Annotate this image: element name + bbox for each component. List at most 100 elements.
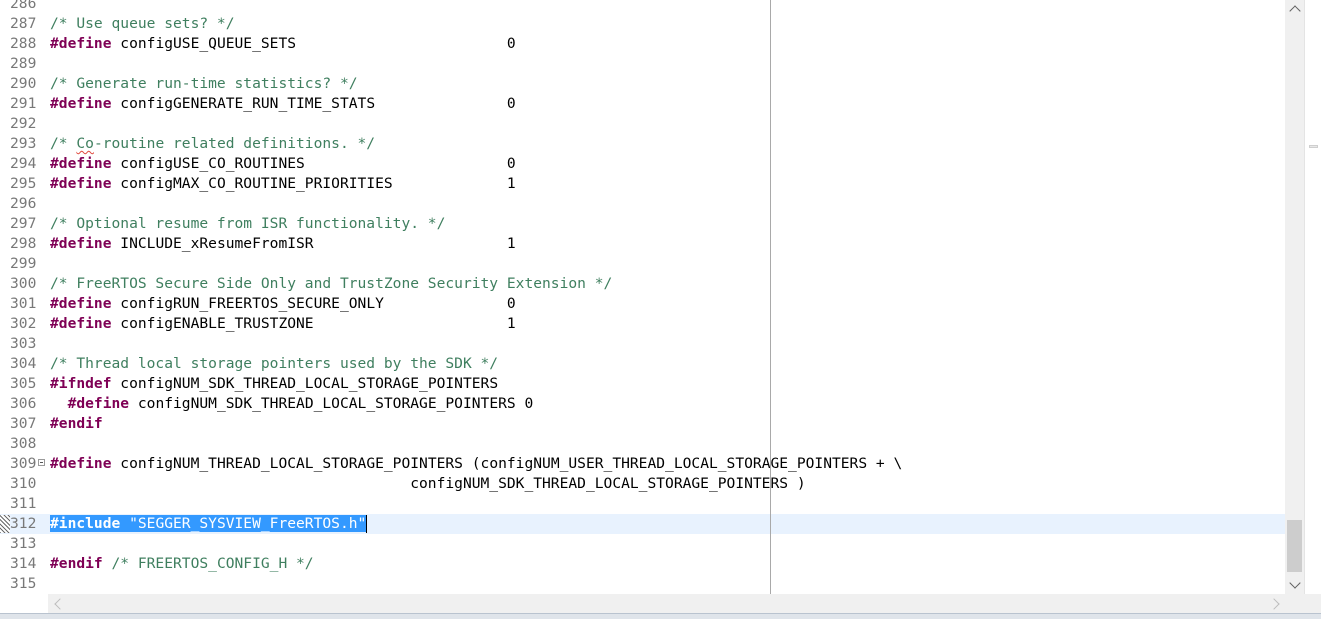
keyword-token: #ifndef bbox=[50, 375, 112, 392]
plain-token: configGENERATE_RUN_TIME_STATS 0 bbox=[111, 95, 516, 112]
code-line[interactable]: 289 bbox=[0, 54, 1285, 74]
chevron-up-icon bbox=[1288, 5, 1301, 17]
print-margin-line bbox=[770, 0, 771, 594]
scroll-right-button[interactable] bbox=[1266, 594, 1285, 613]
fold-collapse-icon[interactable] bbox=[38, 459, 45, 466]
code-line[interactable]: 314 #endif /* FREERTOS_CONFIG_H */ bbox=[0, 554, 1285, 574]
keyword-token: #endif bbox=[50, 555, 103, 572]
code-line[interactable]: 286 bbox=[0, 0, 1285, 14]
plain-token: configNUM_THREAD_LOCAL_STORAGE_POINTERS … bbox=[111, 455, 903, 472]
code-line[interactable]: 303 bbox=[0, 334, 1285, 354]
code-line[interactable]: 287 /* Use queue sets? */ bbox=[0, 14, 1285, 34]
line-number: 311 bbox=[10, 495, 37, 512]
code-line[interactable]: 290 /* Generate run-time statistics? */ bbox=[0, 74, 1285, 94]
keyword-token: #define bbox=[50, 455, 112, 472]
overview-ruler[interactable] bbox=[1304, 0, 1321, 594]
code-line[interactable]: 288 #define configUSE_QUEUE_SETS 0 bbox=[0, 34, 1285, 54]
string-token: "SEGGER_SYSVIEW_FreeRTOS.h" bbox=[120, 515, 367, 532]
code-line[interactable]: 300 /* FreeRTOS Secure Side Only and Trus… bbox=[0, 274, 1285, 294]
keyword-token: #define bbox=[50, 95, 112, 112]
code-text: #define configNUM_SDK_THREAD_LOCAL_STORA… bbox=[50, 394, 534, 414]
vertical-scrollbar[interactable] bbox=[1285, 0, 1304, 594]
code-text: #define configUSE_QUEUE_SETS 0 bbox=[50, 34, 516, 54]
line-number: 309 bbox=[10, 455, 37, 472]
keyword-token: #endif bbox=[50, 415, 103, 432]
code-editor[interactable]: 286 287 /* Use queue sets? */ 288 #define co… bbox=[0, 0, 1321, 619]
line-number: 298 bbox=[10, 235, 37, 252]
code-text: #ifndef configNUM_SDK_THREAD_LOCAL_STORA… bbox=[50, 374, 498, 394]
keyword-token: #define bbox=[67, 395, 130, 412]
keyword-token: #define bbox=[50, 295, 112, 312]
chevron-left-icon bbox=[53, 597, 66, 610]
comment-token: /* Optional resume from ISR functionalit… bbox=[50, 215, 446, 232]
code-text: #define configMAX_CO_ROUTINE_PRIORITIES … bbox=[50, 174, 516, 194]
code-line[interactable]: 292 bbox=[0, 114, 1285, 134]
scroll-left-button[interactable] bbox=[48, 594, 67, 613]
keyword-token: #define bbox=[50, 315, 112, 332]
line-number: 306 bbox=[10, 395, 37, 412]
code-line[interactable]: 307 #endif bbox=[0, 414, 1285, 434]
code-line[interactable]: 313 bbox=[0, 534, 1285, 554]
horizontal-scrollbar[interactable] bbox=[48, 594, 1285, 613]
code-line[interactable]: 295 #define configMAX_CO_ROUTINE_PRIORITI… bbox=[0, 174, 1285, 194]
code-line[interactable]: 312 #include "SEGGER_SYSVIEW_FreeRTOS.h" bbox=[0, 514, 1285, 534]
code-line[interactable]: 304 /* Thread local storage pointers used… bbox=[0, 354, 1285, 374]
code-line[interactable]: 294 #define configUSE_CO_ROUTINES 0 bbox=[0, 154, 1285, 174]
code-text: #define configENABLE_TRUSTZONE 1 bbox=[50, 314, 516, 334]
code-line[interactable]: 305 #ifndef configNUM_SDK_THREAD_LOCAL_ST… bbox=[0, 374, 1285, 394]
code-line[interactable]: 302 #define configENABLE_TRUSTZONE 1 bbox=[0, 314, 1285, 334]
code-line[interactable]: 311 bbox=[0, 494, 1285, 514]
text-selection[interactable]: #include "SEGGER_SYSVIEW_FreeRTOS.h" bbox=[50, 515, 367, 532]
code-text: #define configUSE_CO_ROUTINES 0 bbox=[50, 154, 516, 174]
editor-bottom-border bbox=[0, 613, 1321, 619]
plain-token: configNUM_SDK_THREAD_LOCAL_STORAGE_POINT… bbox=[50, 475, 806, 492]
scroll-up-button[interactable] bbox=[1285, 0, 1304, 18]
code-line[interactable]: 308 bbox=[0, 434, 1285, 454]
code-line[interactable]: 306 #define configNUM_SDK_THREAD_LOCAL_S… bbox=[0, 394, 1285, 414]
editor-text-area[interactable]: 286 287 /* Use queue sets? */ 288 #define co… bbox=[0, 0, 1285, 594]
scrollbar-corner bbox=[1285, 594, 1321, 613]
line-number: 287 bbox=[10, 15, 37, 32]
line-number: 301 bbox=[10, 295, 37, 312]
change-marker-icon bbox=[0, 515, 10, 533]
keyword-token: #define bbox=[50, 175, 112, 192]
code-line[interactable]: 291 #define configGENERATE_RUN_TIME_STATS… bbox=[0, 94, 1285, 114]
plain-token: configNUM_SDK_THREAD_LOCAL_STORAGE_POINT… bbox=[129, 395, 534, 412]
text-cursor bbox=[366, 515, 368, 533]
line-number: 296 bbox=[10, 195, 37, 212]
line-number: 290 bbox=[10, 75, 37, 92]
plain-token: configUSE_CO_ROUTINES 0 bbox=[111, 155, 516, 172]
line-number: 313 bbox=[10, 535, 37, 552]
plain-token: configMAX_CO_ROUTINE_PRIORITIES 1 bbox=[111, 175, 516, 192]
code-line[interactable]: 293 /* Co-routine related definitions. */ bbox=[0, 134, 1285, 154]
plain-token: configNUM_SDK_THREAD_LOCAL_STORAGE_POINT… bbox=[111, 375, 499, 392]
keyword-token: #define bbox=[50, 155, 112, 172]
chevron-right-icon bbox=[1267, 597, 1280, 610]
code-text: /* Thread local storage pointers used by… bbox=[50, 354, 498, 374]
code-text: /* Generate run-time statistics? */ bbox=[50, 74, 358, 94]
comment-token: /* bbox=[50, 135, 77, 152]
code-line[interactable]: 296 bbox=[0, 194, 1285, 214]
line-number: 288 bbox=[10, 35, 37, 52]
code-line[interactable]: 310 configNUM_SDK_THREAD_LOCAL_STORAGE_P… bbox=[0, 474, 1285, 494]
code-line[interactable]: 297 /* Optional resume from ISR functiona… bbox=[0, 214, 1285, 234]
code-line[interactable]: 298 #define INCLUDE_xResumeFromISR 1 bbox=[0, 234, 1285, 254]
code-text: /* FreeRTOS Secure Side Only and TrustZo… bbox=[50, 274, 612, 294]
line-number: 305 bbox=[10, 375, 37, 392]
code-line[interactable]: 299 bbox=[0, 254, 1285, 274]
line-number: 295 bbox=[10, 175, 37, 192]
code-text: configNUM_SDK_THREAD_LOCAL_STORAGE_POINT… bbox=[50, 474, 806, 494]
spelling-warning-token: Co bbox=[76, 135, 94, 152]
line-number: 297 bbox=[10, 215, 37, 232]
code-text: #define configNUM_THREAD_LOCAL_STORAGE_P… bbox=[50, 454, 902, 474]
code-text: #include "SEGGER_SYSVIEW_FreeRTOS.h" bbox=[50, 514, 368, 534]
vertical-scroll-thumb[interactable] bbox=[1287, 520, 1302, 572]
code-line[interactable]: 309 #define configNUM_THREAD_LOCAL_STORAG… bbox=[0, 454, 1285, 474]
code-line[interactable]: 301 #define configRUN_FREERTOS_SECURE_ONL… bbox=[0, 294, 1285, 314]
overview-ruler-mark[interactable] bbox=[1309, 145, 1318, 148]
code-line[interactable]: 315 bbox=[0, 574, 1285, 594]
code-text: /* Optional resume from ISR functionalit… bbox=[50, 214, 445, 234]
line-number: 286 bbox=[10, 0, 37, 12]
scroll-down-button[interactable] bbox=[1285, 576, 1304, 594]
